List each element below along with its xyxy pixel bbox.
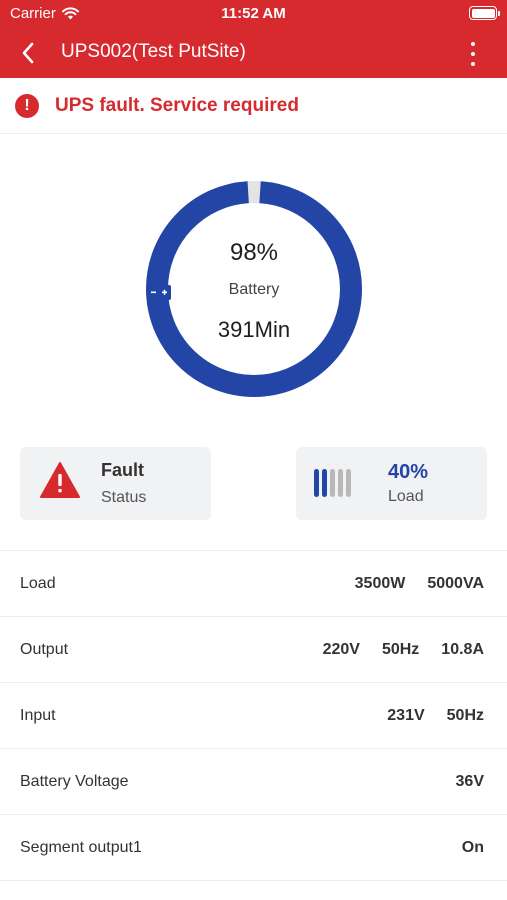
load-bars-icon — [314, 469, 351, 497]
metric-value: 10.8A — [441, 640, 484, 658]
metric-value: 220V — [322, 640, 360, 658]
metric-values: 231V 50Hz — [387, 707, 484, 725]
metric-value: 36V — [455, 772, 484, 790]
load-bar-active — [322, 469, 327, 497]
battery-label-row: Battery — [146, 281, 362, 300]
more-dot — [471, 62, 475, 66]
load-label: Load — [388, 488, 424, 505]
status-value: Fault — [101, 460, 144, 480]
metric-label: Output — [20, 640, 69, 658]
metric-label: Input — [20, 706, 56, 724]
metric-value: 5000VA — [427, 574, 484, 592]
back-button[interactable] — [16, 39, 40, 67]
page-title: UPS002(Test PutSite) — [61, 41, 246, 62]
metric-row-output: Output 220V 50Hz 10.8A — [0, 617, 507, 683]
more-options-button[interactable] — [469, 42, 477, 66]
metric-value: On — [461, 838, 484, 856]
load-bar-inactive — [330, 469, 335, 497]
metric-label: Segment output1 — [20, 838, 142, 856]
chevron-left-icon — [22, 42, 34, 64]
battery-runtime: 391Min — [217, 317, 291, 342]
metric-label: Battery Voltage — [20, 772, 129, 790]
metric-value: 231V — [387, 706, 425, 724]
nav-bar: UPS002(Test PutSite) — [0, 28, 507, 78]
metric-row-load: Load 3500W 5000VA — [0, 551, 507, 617]
device-battery-icon — [469, 6, 500, 20]
metric-label: Load — [20, 574, 56, 592]
warning-triangle-icon — [40, 462, 80, 498]
fault-alert-banner[interactable]: ! UPS fault. Service required — [0, 78, 507, 134]
battery-label: Battery — [228, 281, 280, 298]
load-bar-active — [314, 469, 319, 497]
metric-value: 50Hz — [381, 640, 420, 658]
ring-center: 98% Battery 391Min — [146, 181, 362, 397]
status-bar: Carrier 11:52 AM — [0, 0, 507, 28]
car-battery-icon — [147, 282, 171, 300]
more-dot — [471, 42, 475, 46]
load-bar-inactive — [338, 469, 343, 497]
metric-values: 220V 50Hz 10.8A — [323, 641, 484, 659]
error-icon: ! — [15, 93, 39, 118]
load-value: 40% — [388, 461, 429, 483]
battery-ring: 98% Battery 391Min — [146, 181, 362, 397]
load-card[interactable]: 40% Load — [296, 447, 487, 520]
more-dot — [471, 52, 475, 56]
metric-row-segment-output1: Segment output1 On — [0, 815, 507, 881]
load-bar-inactive — [346, 469, 351, 497]
battery-percent: 98% — [229, 239, 279, 266]
metric-value: 3500W — [354, 574, 406, 592]
metric-value: 50Hz — [446, 706, 484, 724]
metric-values: 36V — [456, 773, 484, 791]
metric-values: On — [462, 839, 484, 857]
metric-values: 3500W 5000VA — [355, 575, 484, 593]
clock: 11:52 AM — [221, 5, 286, 22]
metric-row-input: Input 231V 50Hz — [0, 683, 507, 749]
alert-message: UPS fault. Service required — [55, 94, 299, 116]
metrics-list: Load 3500W 5000VA Output 220V 50Hz 10.8A… — [0, 550, 507, 881]
status-card[interactable]: Fault Status — [20, 447, 211, 520]
status-label: Status — [101, 489, 147, 506]
app-header: Carrier 11:52 AM UPS002(Test PutSite) — [0, 0, 507, 78]
metric-row-battery-voltage: Battery Voltage 36V — [0, 749, 507, 815]
